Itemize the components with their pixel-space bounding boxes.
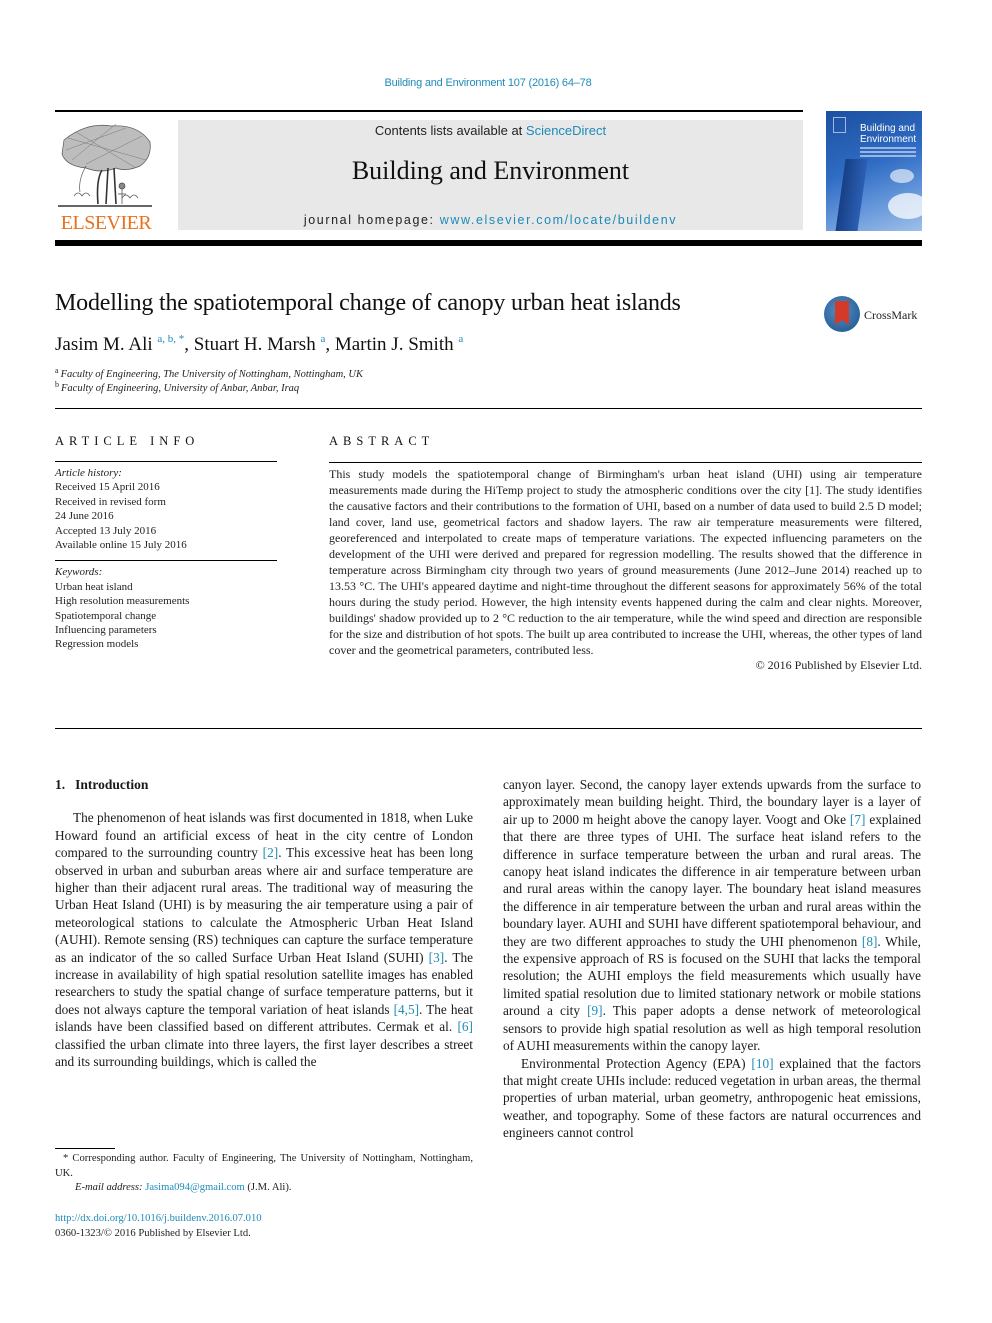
author-separator: ,	[325, 334, 335, 355]
history-label: Article history:	[55, 467, 122, 479]
section-number: 1.	[55, 777, 66, 792]
affiliation-a: a Faculty of Engineering, The University …	[55, 366, 363, 380]
affiliation-mark: a	[55, 366, 59, 375]
author-affiliation-marks[interactable]: a	[458, 333, 463, 345]
citation-link[interactable]: [7]	[850, 812, 866, 827]
section-title: Introduction	[75, 777, 149, 792]
body-column-right: canyon layer. Second, the canopy layer e…	[503, 776, 921, 1142]
article-title: Modelling the spatiotemporal change of c…	[55, 290, 681, 316]
crossmark-button[interactable]: CrossMark	[824, 296, 924, 336]
contents-prefix: Contents lists available at	[374, 123, 526, 138]
keyword-item: Regression models	[55, 638, 139, 651]
citation-link[interactable]: [3]	[429, 950, 445, 965]
header-rule	[55, 110, 803, 112]
cover-building-graphic	[834, 159, 868, 231]
journal-homepage: journal homepage: www.elsevier.com/locat…	[178, 213, 803, 227]
article-info-panel: Article history: Received 15 April 2016 R…	[55, 461, 277, 652]
intro-paragraph-1: The phenomenon of heat islands was first…	[55, 810, 473, 1070]
info-rule	[55, 461, 277, 462]
history-item: Received in revised form	[55, 495, 166, 508]
keywords-list: Urban heat island High resolution measure…	[55, 580, 277, 652]
citation-link[interactable]: [8]	[862, 934, 878, 949]
abstract-text: This study models the spatiotemporal cha…	[329, 467, 922, 657]
keywords-label: Keywords:	[55, 566, 103, 579]
doi-block: http://dx.doi.org/10.1016/j.buildenv.201…	[55, 1211, 262, 1241]
cover-title-line2: Environment	[860, 134, 917, 145]
keyword-item: Urban heat island	[55, 580, 133, 593]
history-item: 24 June 2016	[55, 510, 114, 523]
cover-title-line1: Building and	[860, 123, 916, 134]
keyword-item: High resolution measurements	[55, 595, 190, 608]
affiliation-text: Faculty of Engineering, University of An…	[61, 383, 300, 394]
affiliation-mark: b	[55, 380, 59, 389]
citation-link[interactable]: [9]	[587, 1003, 603, 1018]
keyword-item: Influencing parameters	[55, 624, 157, 637]
front-matter-rule	[55, 728, 922, 729]
contents-line: Contents lists available at ScienceDirec…	[178, 123, 803, 138]
intro-paragraph-2: Environmental Protection Agency (EPA) [1…	[503, 1055, 921, 1141]
abstract-copyright: © 2016 Published by Elsevier Ltd.	[755, 658, 922, 672]
intro-paragraph-1-cont: canyon layer. Second, the canopy layer e…	[503, 777, 922, 1054]
history-item: Available online 15 July 2016	[55, 539, 187, 552]
citation-link[interactable]: [2]	[263, 845, 279, 860]
title-block-rule	[55, 408, 922, 409]
abstract-rule	[329, 462, 922, 463]
author-separator: ,	[184, 334, 194, 355]
elsevier-tree-icon	[58, 123, 152, 207]
affiliation-text: Faculty of Engineering, The University o…	[60, 369, 363, 380]
journal-title: Building and Environment	[351, 156, 630, 185]
body-column-left: 1. Introduction The phenomenon of heat is…	[55, 776, 473, 1071]
email-link[interactable]: Jasima094@gmail.com	[145, 1182, 245, 1193]
journal-cover-image[interactable]: Building and Environment	[826, 111, 922, 231]
crossmark-label: CrossMark	[864, 308, 918, 322]
header-thick-rule	[55, 240, 922, 246]
history-item: Accepted 13 July 2016	[55, 524, 157, 537]
article-info-heading: ARTICLE INFO	[55, 434, 200, 448]
info-rule	[55, 560, 277, 562]
author-affiliation-marks[interactable]: a, b, *	[157, 333, 184, 345]
homepage-label: journal homepage:	[303, 213, 440, 227]
cover-cloud-graphic	[888, 193, 922, 219]
keyword-item: Spatiotemporal change	[55, 609, 157, 622]
citation-link[interactable]: [10]	[751, 1056, 773, 1071]
history-item: Received 15 April 2016	[55, 481, 160, 494]
author-name[interactable]: Martin J. Smith	[335, 334, 454, 355]
doi-link[interactable]: http://dx.doi.org/10.1016/j.buildenv.201…	[55, 1213, 262, 1224]
corresponding-author-note: * Corresponding author. Faculty of Engin…	[55, 1153, 473, 1179]
journal-masthead: Contents lists available at ScienceDirec…	[178, 120, 803, 230]
abstract-heading: ABSTRACT	[329, 434, 435, 448]
affiliation-b: b Faculty of Engineering, University of A…	[55, 380, 299, 394]
email-label: E-mail address:	[75, 1182, 146, 1193]
history-list: Received 15 April 2016 Received in revise…	[55, 480, 277, 552]
citation-link[interactable]: [4,5]	[394, 1002, 419, 1017]
issn-line: 0360-1323/© 2016 Published by Elsevier L…	[55, 1228, 251, 1239]
cover-title: Building and Environment	[860, 123, 916, 145]
footnote-rule	[55, 1148, 115, 1149]
elsevier-wordmark: ELSEVIER	[60, 212, 152, 234]
email-note: E-mail address: Jasima094@gmail.com (J.M…	[55, 1181, 473, 1196]
elsevier-logo[interactable]: ELSEVIER	[54, 120, 158, 234]
email-suffix: (J.M. Ali).	[244, 1182, 292, 1193]
citation-link[interactable]: [6]	[457, 1019, 473, 1034]
cover-subtitle-lines	[860, 147, 916, 149]
journal-reference-link[interactable]: Building and Environment 107 (2016) 64–7…	[0, 77, 976, 89]
sciencedirect-link[interactable]: ScienceDirect	[526, 123, 606, 138]
author-list: Jasim M. Ali a, b, *, Stuart H. Marsh a,…	[55, 333, 463, 356]
abstract-section: This study models the spatiotemporal cha…	[329, 462, 922, 673]
author-name[interactable]: Jasim M. Ali	[55, 334, 153, 355]
section-heading: 1. Introduction	[55, 776, 473, 793]
author-name[interactable]: Stuart H. Marsh	[194, 334, 316, 355]
cover-cloud-graphic	[890, 169, 914, 183]
homepage-link[interactable]: www.elsevier.com/locate/buildenv	[440, 213, 677, 227]
cover-emblem-icon	[833, 117, 846, 133]
